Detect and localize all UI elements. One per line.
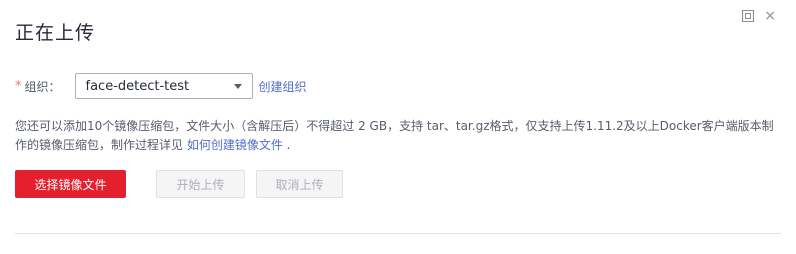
required-mark: * [15,78,22,94]
org-label: 组织： [24,79,61,94]
cancel-upload-button[interactable]: 取消上传 [256,170,343,198]
select-image-files-button[interactable]: 选择镜像文件 [15,170,126,198]
fullscreen-icon[interactable] [742,10,755,22]
divider [15,233,781,234]
org-select-value: face-detect-test [85,78,190,94]
dialog-controls: × [742,9,776,23]
org-form-row: * 组织： face-detect-test 创建组织 [15,73,307,99]
create-org-link[interactable]: 创建组织 [259,78,307,95]
upload-description: 您还可以添加10个镜像压缩包，文件大小（含解压后）不得超过 2 GB，支持 ta… [15,117,785,155]
start-upload-button[interactable]: 开始上传 [156,170,245,198]
description-suffix: . [282,138,291,152]
action-buttons: 选择镜像文件 开始上传 取消上传 [15,170,343,198]
description-text: 您还可以添加10个镜像压缩包，文件大小（含解压后）不得超过 2 GB，支持 ta… [15,119,774,152]
how-to-create-image-link[interactable]: 如何创建镜像文件 [187,138,283,152]
dialog-title: 正在上传 [15,22,96,44]
org-select[interactable]: face-detect-test [74,73,253,99]
upload-dialog: 正在上传 × * 组织： face-detect-test 创建组织 您还可以添… [0,0,796,254]
chevron-down-icon [233,84,242,89]
close-icon[interactable]: × [764,9,776,23]
